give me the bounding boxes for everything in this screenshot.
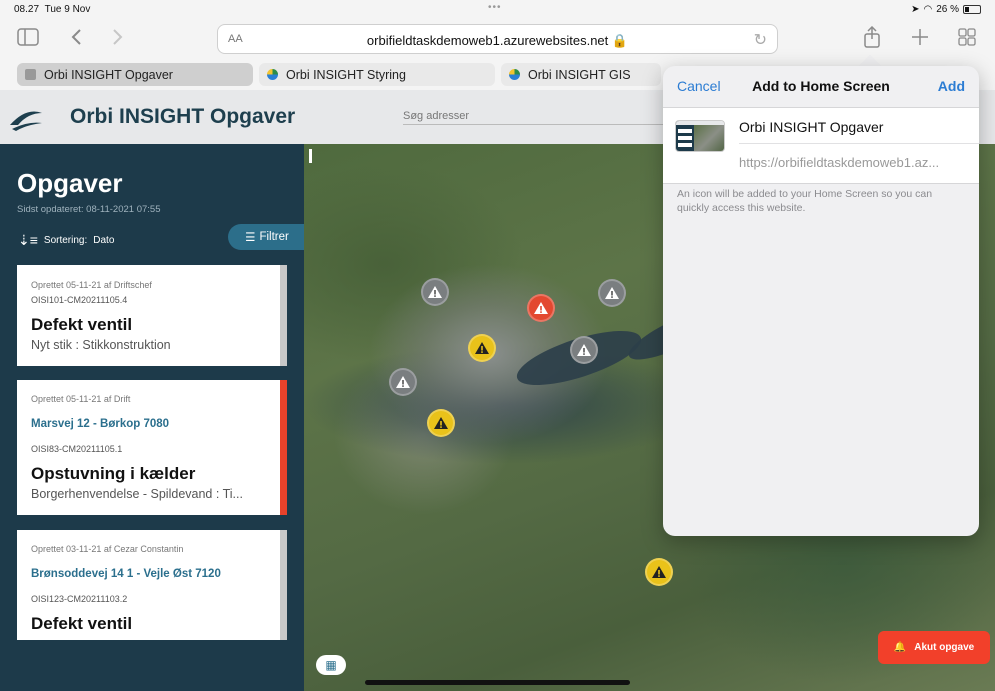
forward-icon[interactable] xyxy=(112,28,124,50)
status-time: 08.27 Tue 9 Nov xyxy=(14,4,91,15)
app-title: Orbi INSIGHT Opgaver xyxy=(70,105,296,128)
map-marker[interactable] xyxy=(598,279,626,307)
new-tab-icon[interactable] xyxy=(911,28,929,50)
sort-label: Sortering: xyxy=(43,235,88,246)
alarm-bell-icon: 🔔 xyxy=(893,642,907,653)
status-stripe xyxy=(280,530,287,640)
card-address[interactable]: Brønsoddevej 14 1 - Vejle Øst 7120 xyxy=(31,568,221,580)
status-stripe xyxy=(280,265,287,366)
map-marker[interactable] xyxy=(570,336,598,364)
sort-control[interactable]: ⇣≡ Sortering: Dato xyxy=(18,232,114,249)
location-icon: ➤ xyxy=(911,4,920,15)
tab-label: Orbi INSIGHT GIS xyxy=(528,67,631,82)
card-title: Defekt ventil xyxy=(31,614,133,633)
warning-icon xyxy=(428,286,442,298)
map-marker[interactable] xyxy=(468,334,496,362)
warning-icon xyxy=(577,344,591,356)
map-layer-toggle[interactable]: ▦ xyxy=(316,655,346,675)
status-bar: 08.27 Tue 9 Nov ••• ➤ ◠ 26 % xyxy=(0,0,995,20)
home-indicator xyxy=(365,680,630,685)
reload-icon[interactable]: ↻ xyxy=(754,30,767,50)
wifi-icon: ◠ xyxy=(923,4,933,15)
home-screen-url: https://orbifieldtaskdemoweb1.az... xyxy=(739,155,940,170)
sidebar-title: Opgaver xyxy=(17,168,123,198)
app-preview-row: Orbi INSIGHT Opgaver https://orbifieldta… xyxy=(663,108,979,184)
map-marker[interactable] xyxy=(527,294,555,322)
orbi-logo xyxy=(10,111,42,131)
url-text[interactable]: orbifieldtaskdemoweb1.azurewebsites.net … xyxy=(218,33,777,49)
filter-sliders-icon: ☰ xyxy=(245,232,256,244)
tab-label: Orbi INSIGHT Styring xyxy=(286,67,406,82)
map-marker[interactable] xyxy=(389,368,417,396)
favicon-icon xyxy=(509,69,520,80)
map-icon: ▦ xyxy=(325,658,337,672)
favicon-icon xyxy=(267,69,278,80)
sort-value: Dato xyxy=(93,235,115,246)
status-stripe xyxy=(280,380,287,515)
add-button[interactable]: Add xyxy=(938,78,965,94)
task-sidebar: Opgaver Sidst opdateret: 08-11-2021 07:5… xyxy=(0,144,304,691)
app-thumbnail xyxy=(675,120,725,152)
warning-icon xyxy=(434,417,448,429)
multitask-dots[interactable]: ••• xyxy=(488,2,502,13)
tab-gis[interactable]: Orbi INSIGHT GIS xyxy=(501,63,661,86)
card-subtitle: Borgerhenvendelse - Spildevand : Ti... xyxy=(31,487,243,501)
warning-icon xyxy=(534,302,548,314)
share-icon[interactable] xyxy=(863,25,881,52)
back-icon[interactable] xyxy=(70,28,82,50)
filter-label: Filtrer xyxy=(259,231,289,243)
task-card[interactable]: Oprettet 03-11-21 af Cezar Constantin Br… xyxy=(17,530,287,640)
tab-styring[interactable]: Orbi INSIGHT Styring xyxy=(259,63,495,86)
card-id: OISI123-CM20211103.2 xyxy=(31,594,128,604)
filter-button[interactable]: ☰ Filtrer xyxy=(228,224,304,250)
battery-icon xyxy=(963,5,981,14)
map-marker[interactable] xyxy=(645,558,673,586)
popover-title: Add to Home Screen xyxy=(752,78,890,94)
status-right: ➤ ◠ 26 % xyxy=(911,4,981,15)
tab-overview-icon[interactable] xyxy=(958,28,976,50)
popover-header: Cancel Add to Home Screen Add xyxy=(663,66,979,108)
card-title: Defekt ventil xyxy=(31,315,133,334)
map-cursor xyxy=(309,149,312,163)
map-marker[interactable] xyxy=(421,278,449,306)
search-address-input[interactable]: Søg adresser xyxy=(403,110,663,125)
map-marker[interactable] xyxy=(427,409,455,437)
warning-icon xyxy=(396,376,410,388)
warning-icon xyxy=(475,342,489,354)
tab-opgaver[interactable]: Orbi INSIGHT Opgaver xyxy=(17,63,253,86)
card-id: OISI101-CM20211105.4 xyxy=(31,295,128,305)
card-id: OISI83-CM20211105.1 xyxy=(31,444,123,454)
warning-icon xyxy=(605,287,619,299)
task-card[interactable]: Oprettet 05-11-21 af Driftschef OISI101-… xyxy=(17,265,287,366)
battery-percent: 26 % xyxy=(936,4,959,15)
add-to-home-popover: Cancel Add to Home Screen Add Orbi INSIG… xyxy=(663,66,979,536)
sort-icon: ⇣≡ xyxy=(18,232,38,248)
card-meta: Oprettet 03-11-21 af Cezar Constantin xyxy=(31,544,184,554)
home-screen-name-input[interactable]: Orbi INSIGHT Opgaver xyxy=(739,119,979,144)
card-address[interactable]: Marsvej 12 - Børkop 7080 xyxy=(31,418,169,430)
akut-label: Akut opgave xyxy=(914,642,975,653)
akut-opgave-button[interactable]: 🔔 Akut opgave xyxy=(878,631,990,664)
favicon-icon xyxy=(25,69,36,80)
card-meta: Oprettet 05-11-21 af Driftschef xyxy=(31,280,152,290)
last-updated: Sidst opdateret: 08-11-2021 07:55 xyxy=(17,204,161,215)
card-title: Opstuvning i kælder xyxy=(31,464,196,483)
card-meta: Oprettet 05-11-21 af Drift xyxy=(31,394,131,404)
card-subtitle: Nyt stik : Stikkonstruktion xyxy=(31,338,171,352)
sidebar-icon[interactable] xyxy=(17,28,39,50)
address-bar[interactable]: AA orbifieldtaskdemoweb1.azurewebsites.n… xyxy=(217,24,778,54)
tab-label: Orbi INSIGHT Opgaver xyxy=(44,67,173,82)
browser-toolbar: AA orbifieldtaskdemoweb1.azurewebsites.n… xyxy=(0,20,995,60)
warning-icon xyxy=(652,566,666,578)
task-card[interactable]: Oprettet 05-11-21 af Drift Marsvej 12 - … xyxy=(17,380,287,515)
popover-note: An icon will be added to your Home Scree… xyxy=(677,188,933,214)
